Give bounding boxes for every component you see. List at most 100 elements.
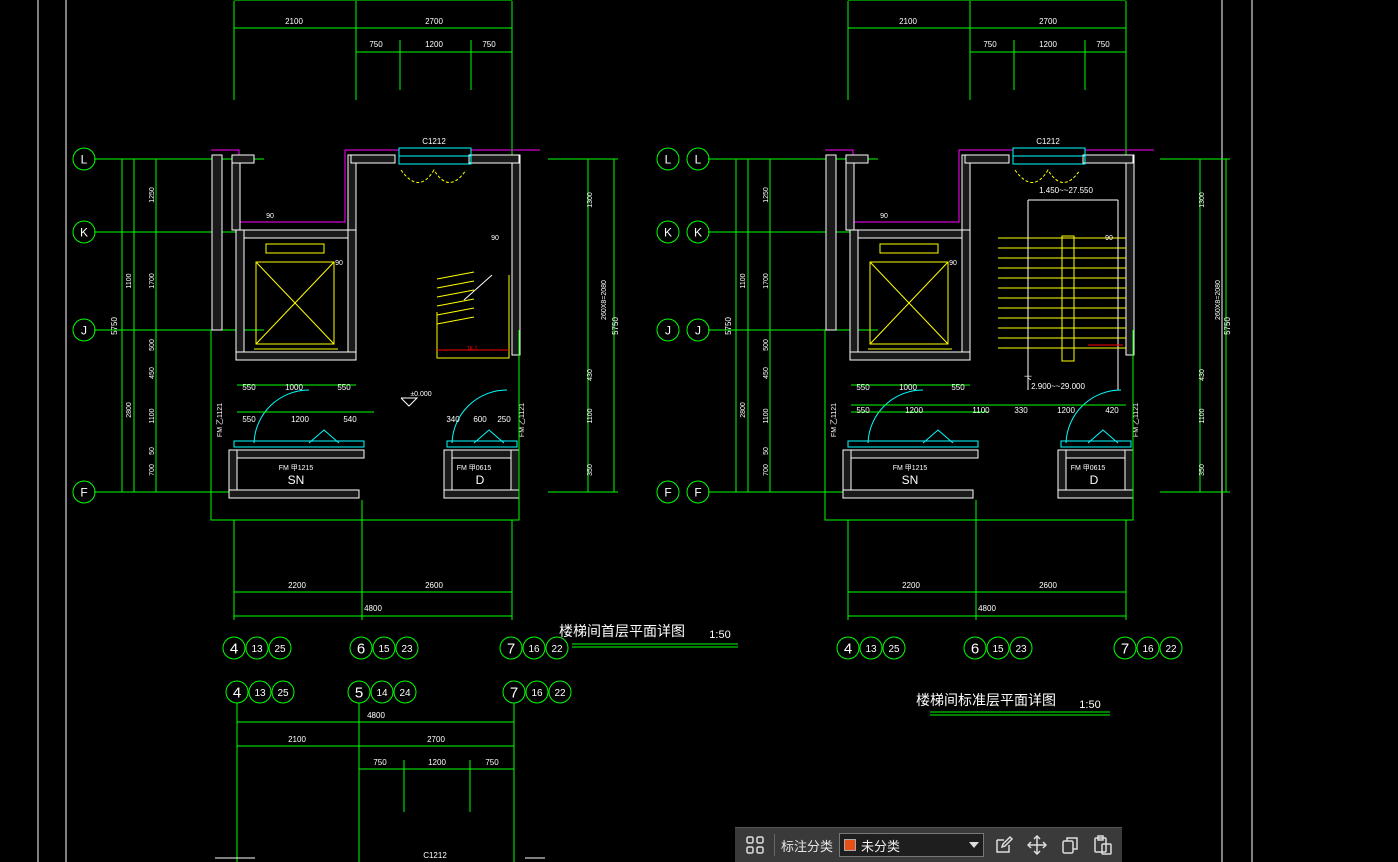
wall <box>443 449 520 459</box>
wall <box>228 489 360 499</box>
axis-bubble-16-text: 16 <box>1142 644 1154 655</box>
stair-down-text: 下 <box>1024 375 1032 384</box>
axis-bubble-23-text: 23 <box>1015 644 1027 655</box>
category-select[interactable]: 未分类 <box>838 833 984 857</box>
dim-text: 1100 <box>763 408 770 423</box>
wall <box>1057 489 1134 499</box>
dim-text: 2200 <box>902 581 920 590</box>
grid-bubble-K-text: K <box>664 226 672 240</box>
wall <box>849 229 859 361</box>
wall <box>211 154 223 331</box>
cad-drawing-canvas[interactable]: LKJF575012501700500450110050700110028002… <box>0 0 1398 862</box>
axis-bubble-4-text: 4 <box>230 641 238 658</box>
dim-text: 90 <box>335 260 343 267</box>
dim-text: 1200 <box>1057 406 1075 415</box>
wall <box>1125 154 1135 356</box>
plan-scale: 1:50 <box>1079 699 1100 711</box>
dim-text: 4800 <box>364 604 382 613</box>
dim-text: 430 <box>587 369 594 381</box>
dim-text: 1300 <box>1199 192 1206 208</box>
axis-bubble-25-text: 25 <box>277 688 289 699</box>
annotation-toolbar: 标注分类 未分类 <box>735 827 1122 862</box>
dim-text: 550 <box>242 415 256 424</box>
dim-text: 500 <box>763 339 770 351</box>
dim-text: 2700 <box>427 735 445 744</box>
dim-text: 5750 <box>1223 317 1232 335</box>
move-icon[interactable] <box>1023 831 1050 859</box>
dim-text: 2800 <box>740 402 747 418</box>
dim-text: 260X8=2080 <box>601 280 608 320</box>
wall <box>964 154 1010 164</box>
axis-bubble-25-text: 25 <box>274 644 286 655</box>
door-tag: FM 甲1215 <box>893 464 928 472</box>
dim-text: 750 <box>369 40 383 49</box>
dim-text: 50 <box>763 447 770 455</box>
window-tag: C1212 <box>1036 137 1060 146</box>
dim-text: 750 <box>485 758 499 767</box>
dim-text: 1200 <box>905 406 923 415</box>
axis-bubble-23-text: 23 <box>401 644 413 655</box>
dim-text: 2600 <box>425 581 443 590</box>
axis-bubble-15-text: 15 <box>378 644 390 655</box>
wall <box>231 154 241 231</box>
wall <box>468 154 520 164</box>
dim-text: 420 <box>1105 406 1119 415</box>
axis-bubble-22-text: 22 <box>551 644 563 655</box>
axis-bubble-25-text: 25 <box>888 644 900 655</box>
dim-text: 430 <box>1199 369 1206 381</box>
wall <box>350 154 396 164</box>
dim-text: 50 <box>149 447 156 455</box>
dim-text: 1200 <box>425 40 443 49</box>
axis-bubble-16-text: 16 <box>531 688 543 699</box>
grid-bubble-F-text: F <box>80 486 87 500</box>
room-label: D <box>1090 473 1099 487</box>
dim-text: 5750 <box>110 317 119 335</box>
door-tag: FM 甲1215 <box>279 464 314 472</box>
dim-text: 90 <box>1105 235 1113 242</box>
dim-text: 1700 <box>149 273 156 289</box>
dim-text: 600 <box>473 415 487 424</box>
axis-bubble-13-text: 13 <box>251 644 263 655</box>
dim-text: 90 <box>949 260 957 267</box>
grid-bubble-J-text: J <box>695 324 701 338</box>
axis-bubble-7-text: 7 <box>507 641 515 658</box>
dim-text: 90 <box>266 213 274 220</box>
axis-bubble-7-text: 7 <box>510 685 518 702</box>
dim-text: 750 <box>373 758 387 767</box>
wall <box>849 351 971 361</box>
wall <box>511 154 521 356</box>
wall <box>1057 449 1134 459</box>
dim-text: 1200 <box>428 758 446 767</box>
axis-bubble-13-text: 13 <box>254 688 266 699</box>
dim-text: 4800 <box>367 711 385 720</box>
door-tag: FM 甲0615 <box>1071 464 1106 472</box>
level-text: 1.450~~27.550 <box>1039 186 1093 195</box>
level-text: ±0.000 <box>410 391 431 398</box>
dim-text: 450 <box>763 367 770 379</box>
dim-text: 2700 <box>425 17 443 26</box>
dim-text: 2200 <box>288 581 306 590</box>
dim-text: 550 <box>242 383 256 392</box>
wall <box>849 229 971 239</box>
window-tag: C1212 <box>422 137 446 146</box>
stair-code: TK-1 <box>467 346 478 352</box>
wall <box>842 449 979 459</box>
dim-text: 550 <box>856 383 870 392</box>
wall <box>235 351 357 361</box>
grid-icon[interactable] <box>741 831 768 859</box>
room-label: SN <box>902 473 919 487</box>
wall <box>235 229 245 361</box>
dim-text: 1100 <box>972 406 990 415</box>
copy-icon[interactable] <box>1056 831 1083 859</box>
axis-bubble-6-text: 6 <box>357 641 365 658</box>
axis-bubble-6-text: 6 <box>971 641 979 658</box>
grid-bubble-K-text: K <box>694 226 702 240</box>
grid-bubble-F-text: F <box>664 486 671 500</box>
dim-text: 2100 <box>288 735 306 744</box>
edit-icon[interactable] <box>990 831 1017 859</box>
dim-text: 350 <box>587 464 594 476</box>
dim-text: 750 <box>983 40 997 49</box>
paste-icon[interactable] <box>1089 831 1116 859</box>
dim-text: 1000 <box>285 383 303 392</box>
grid-bubble-J-text: J <box>81 324 87 338</box>
